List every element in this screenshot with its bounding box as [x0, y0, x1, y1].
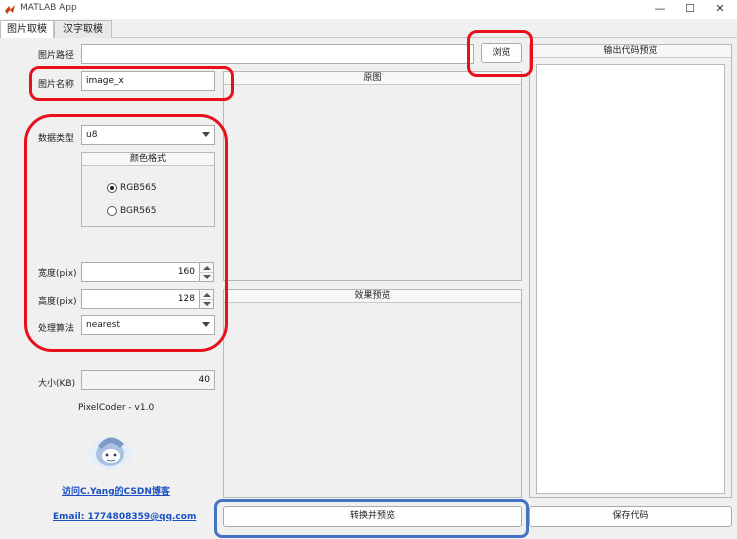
matlab-logo-icon — [5, 5, 15, 14]
effect-preview-title: 效果预览 — [224, 290, 521, 303]
original-image-panel: 原图 — [223, 71, 522, 281]
save-code-button[interactable]: 保存代码 — [529, 506, 732, 527]
maximize-button[interactable]: ☐ — [673, 1, 707, 17]
highlight-settings — [24, 114, 228, 352]
tab-image-modeling[interactable]: 图片取模 — [0, 20, 54, 39]
size-value-field: 40 — [81, 370, 215, 390]
avatar — [89, 437, 133, 469]
code-preview-title: 输出代码预览 — [530, 45, 731, 58]
title-bar: MATLAB App — ☐ ✕ — [0, 0, 737, 19]
tab-character-modeling[interactable]: 汉字取模 — [54, 20, 112, 38]
size-label: 大小(KB) — [38, 379, 76, 389]
image-path-input[interactable] — [81, 44, 474, 64]
effect-preview-panel: 效果预览 — [223, 289, 522, 498]
app-version: PixelCoder - v1.0 — [78, 403, 155, 413]
highlight-browse — [467, 30, 533, 77]
window-title: MATLAB App — [20, 3, 77, 13]
highlight-image-name — [29, 66, 234, 101]
close-button[interactable]: ✕ — [703, 1, 737, 17]
csdn-blog-link[interactable]: 访问C.Yang的CSDN博客 — [62, 484, 170, 497]
minimize-button[interactable]: — — [643, 1, 677, 17]
image-path-label: 图片路径 — [38, 51, 75, 61]
highlight-convert — [214, 499, 529, 538]
email-link[interactable]: Email: 1774808359@qq.com — [53, 512, 196, 522]
code-preview-textarea[interactable] — [536, 64, 725, 494]
